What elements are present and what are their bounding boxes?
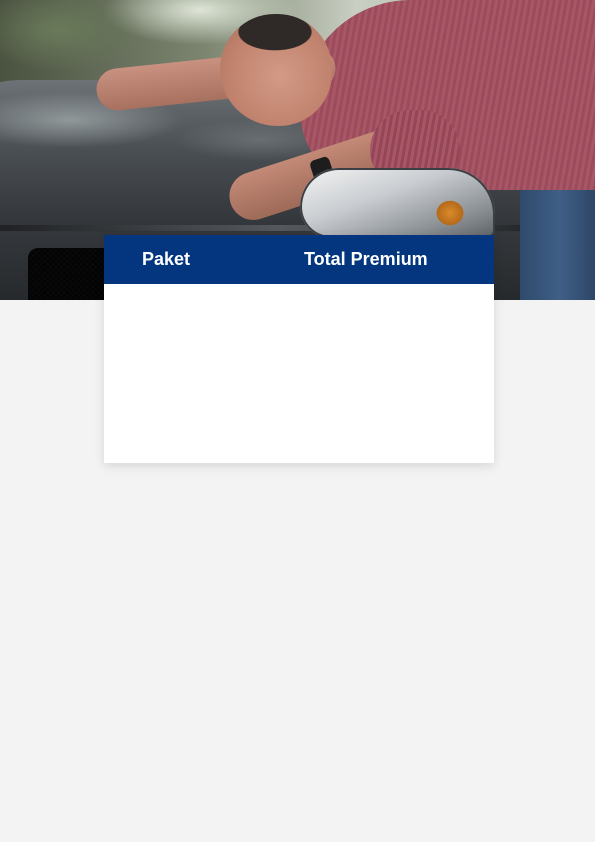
man-head bbox=[220, 14, 332, 126]
column-header-total-premium: Total Premium bbox=[304, 249, 428, 269]
column-header-paket: Paket bbox=[142, 249, 191, 269]
car-headlight bbox=[300, 168, 495, 238]
premium-table-card: Paket Total Premium bbox=[104, 235, 494, 463]
premium-table-header: Paket Total Premium bbox=[104, 235, 494, 284]
